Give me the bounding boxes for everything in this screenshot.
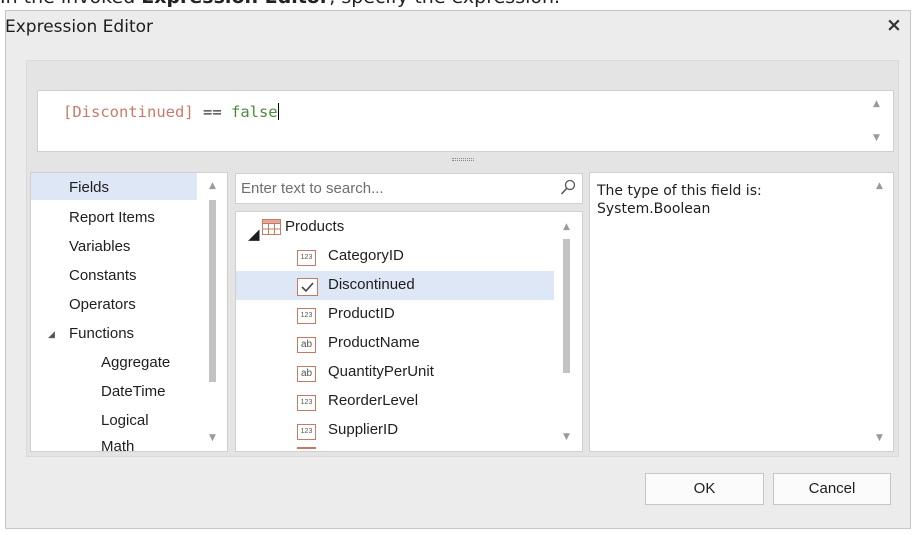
- tree-item-quantityperunit[interactable]: QuantityPerUnit: [328, 363, 434, 380]
- scroll-up-icon[interactable]: ▲: [204, 178, 221, 194]
- numeric-type-icon: 123: [297, 424, 316, 440]
- scroll-down-icon[interactable]: ▼: [204, 430, 221, 446]
- instruction-bold: Expression Editor: [141, 0, 329, 8]
- tree-item-reorderlevel[interactable]: ReorderLevel: [328, 392, 418, 409]
- cancel-button[interactable]: Cancel: [773, 473, 891, 505]
- expression-input[interactable]: [Discontinued] == false: [37, 90, 894, 152]
- text-type-icon: ab: [297, 337, 316, 353]
- tree-item-supplierid[interactable]: SupplierID: [328, 421, 398, 438]
- category-selection-highlight: [31, 173, 197, 200]
- tree-item-products[interactable]: Products: [285, 218, 344, 235]
- functions-expander-icon[interactable]: ◢: [48, 329, 55, 340]
- splitter-grip[interactable]: [452, 158, 474, 162]
- tree-item-productname[interactable]: ProductName: [328, 334, 420, 351]
- expression-field-token: [Discontinued]: [63, 103, 194, 121]
- instruction-suffix: , specify the expression.: [329, 0, 560, 8]
- category-report-items[interactable]: Report Items: [69, 209, 155, 226]
- text-type-icon: ab: [297, 366, 316, 382]
- category-math[interactable]: Math: [101, 438, 134, 452]
- category-variables[interactable]: Variables: [69, 238, 130, 255]
- fields-scrollbar[interactable]: ▲ ▼: [558, 213, 575, 450]
- category-fields[interactable]: Fields: [69, 179, 109, 196]
- field-description: The type of this field is: System.Boolea…: [597, 182, 762, 218]
- category-datetime[interactable]: DateTime: [101, 383, 165, 400]
- close-icon[interactable]: ×: [883, 14, 905, 36]
- partial-field-icon: [297, 447, 316, 451]
- ok-button[interactable]: OK: [645, 473, 764, 505]
- dialog-title: Expression Editor: [5, 17, 153, 37]
- numeric-type-icon: 123: [297, 250, 316, 266]
- search-box[interactable]: Enter text to search...: [235, 173, 583, 204]
- expression-scrollbar[interactable]: ▲ ▼: [868, 92, 885, 150]
- description-line-1: The type of this field is:: [597, 183, 762, 199]
- table-icon: [262, 219, 281, 235]
- products-expander-icon[interactable]: ◢: [248, 225, 260, 243]
- fields-tree-panel: [235, 211, 583, 452]
- expression-value-token: false: [230, 103, 278, 121]
- text-caret: [277, 103, 279, 120]
- scroll-thumb[interactable]: [563, 239, 570, 373]
- category-aggregate[interactable]: Aggregate: [101, 354, 170, 371]
- scroll-down-icon[interactable]: ▼: [868, 130, 885, 146]
- description-scrollbar[interactable]: ▲ ▼: [871, 174, 888, 450]
- tree-item-discontinued[interactable]: Discontinued: [328, 276, 415, 293]
- checkbox-type-icon: [297, 278, 318, 296]
- tree-item-productid[interactable]: ProductID: [328, 305, 395, 322]
- scroll-down-icon[interactable]: ▼: [871, 430, 888, 446]
- category-constants[interactable]: Constants: [69, 267, 137, 284]
- scroll-up-icon[interactable]: ▲: [868, 96, 885, 112]
- scroll-up-icon[interactable]: ▲: [558, 219, 575, 235]
- scroll-thumb[interactable]: [209, 200, 216, 382]
- category-operators[interactable]: Operators: [69, 296, 136, 313]
- expression-operator-token: ==: [193, 103, 231, 121]
- instruction-prefix: In the invoked: [0, 0, 141, 8]
- search-icon[interactable]: [560, 179, 576, 197]
- search-input[interactable]: Enter text to search...: [241, 180, 384, 197]
- scroll-up-icon[interactable]: ▲: [871, 178, 888, 194]
- numeric-type-icon: 123: [297, 308, 316, 324]
- category-logical[interactable]: Logical: [101, 412, 149, 429]
- description-line-2: System.Boolean: [597, 201, 711, 217]
- numeric-type-icon: 123: [297, 395, 316, 411]
- instruction-text: In the invoked Expression Editor, specif…: [0, 0, 913, 10]
- tree-item-categoryid[interactable]: CategoryID: [328, 247, 404, 264]
- category-functions[interactable]: Functions: [69, 325, 134, 342]
- categories-scrollbar[interactable]: ▲ ▼: [204, 174, 221, 450]
- scroll-down-icon[interactable]: ▼: [558, 429, 575, 445]
